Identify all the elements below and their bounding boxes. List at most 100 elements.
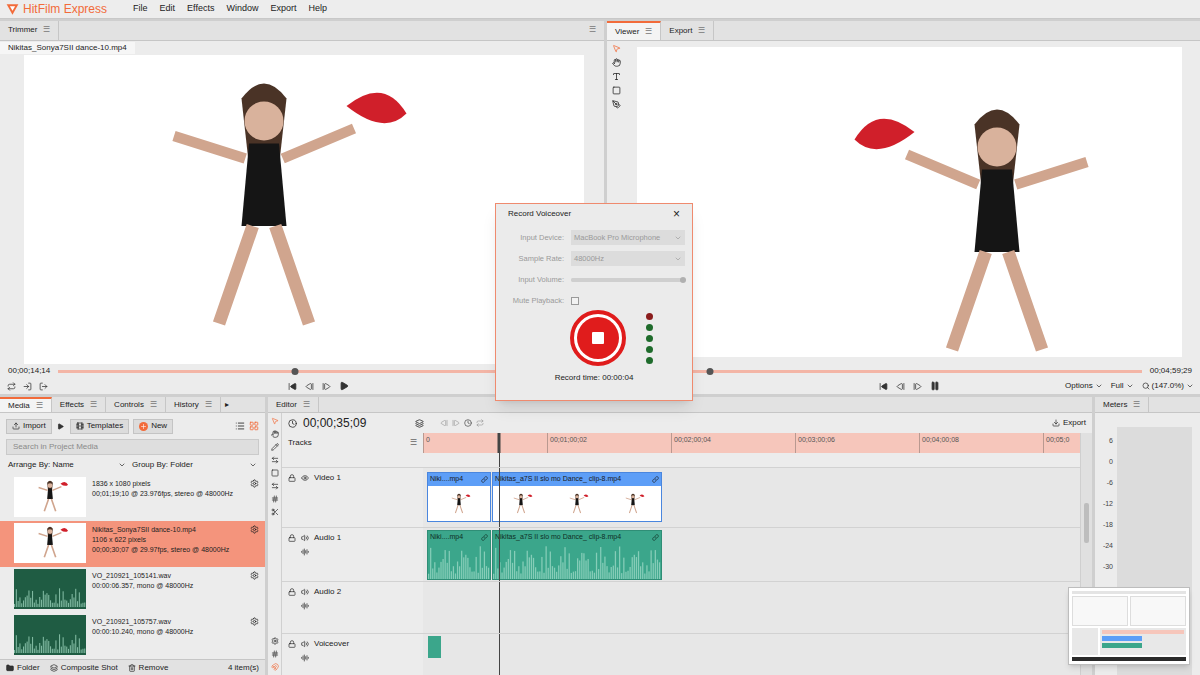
rectangle-tool-icon[interactable] <box>612 86 621 95</box>
track-lane[interactable] <box>423 634 1080 675</box>
roll-tool-icon[interactable] <box>271 469 279 477</box>
mark-in-button[interactable] <box>20 379 34 393</box>
magnet-icon[interactable] <box>271 663 279 671</box>
menu-item[interactable]: Help <box>308 2 327 16</box>
ripple-tool-icon[interactable] <box>271 482 279 490</box>
scrub-handle[interactable] <box>291 368 298 375</box>
options-dropdown[interactable]: Options <box>1065 380 1103 392</box>
close-button[interactable]: × <box>673 208 680 220</box>
trimmer-tab[interactable]: Trimmer☰ <box>0 21 59 40</box>
step-forward-icon[interactable] <box>452 419 460 427</box>
voiceover-clip[interactable] <box>428 636 441 658</box>
lock-icon[interactable] <box>288 640 296 648</box>
media-item[interactable]: VO_210921_105141.wav00:00:06.357, mono @… <box>0 567 265 613</box>
lock-icon[interactable] <box>288 534 296 542</box>
meters-tab[interactable]: Meters☰ <box>1095 397 1149 412</box>
viewer-tab[interactable]: Viewer☰ <box>607 21 661 40</box>
slice-tool-icon[interactable] <box>271 508 279 516</box>
lock-icon[interactable] <box>288 588 296 596</box>
media-tab[interactable]: Media☰ <box>0 397 52 412</box>
select-tool-icon[interactable] <box>612 44 621 53</box>
record-button[interactable] <box>570 310 626 366</box>
playhead-handle[interactable] <box>497 433 500 453</box>
media-tab[interactable]: History☰ <box>166 397 221 412</box>
viewer-tab[interactable]: Export☰ <box>661 21 714 40</box>
render-icon[interactable] <box>415 419 424 428</box>
video-clip[interactable]: Nikitas_a7S II slo mo Dance_ clip-8.mp4 <box>492 472 662 522</box>
hand-tool-icon[interactable] <box>612 58 621 67</box>
menu-item[interactable]: Effects <box>187 2 214 16</box>
audio-settings-icon[interactable] <box>301 602 309 610</box>
field-checkbox[interactable] <box>571 297 579 305</box>
pencil-tool-icon[interactable] <box>271 443 279 451</box>
field-slider[interactable] <box>571 278 685 282</box>
gear-icon[interactable] <box>250 479 259 488</box>
menu-item[interactable]: Edit <box>160 2 176 16</box>
field-select[interactable]: 48000Hz <box>571 251 685 266</box>
scrub-track[interactable] <box>615 370 1142 373</box>
speaker-icon[interactable] <box>301 588 309 596</box>
media-item[interactable]: VO_210921_105757.wav00:00:10.240, mono @… <box>0 613 265 659</box>
gear-icon[interactable] <box>271 637 279 645</box>
audio-settings-icon[interactable] <box>301 654 309 662</box>
gear-icon[interactable] <box>250 571 259 580</box>
video-clip[interactable]: Niki....mp4 <box>427 472 491 522</box>
quality-dropdown[interactable]: Full <box>1111 380 1134 392</box>
speaker-icon[interactable] <box>301 640 309 648</box>
menu-item[interactable]: Window <box>226 2 258 16</box>
text-tool-icon[interactable] <box>612 72 621 81</box>
step-back-button[interactable] <box>303 379 317 393</box>
remove-button[interactable]: Remove <box>128 662 169 674</box>
hand-tool-icon[interactable] <box>271 430 279 438</box>
editor-export-button[interactable]: Export <box>1052 417 1086 429</box>
import-menu-button[interactable] <box>56 419 66 434</box>
lock-icon[interactable] <box>288 474 296 482</box>
grid-view-icon[interactable] <box>249 421 259 431</box>
menu-item[interactable]: Export <box>270 2 296 16</box>
speaker-icon[interactable] <box>301 534 309 542</box>
step-back-button[interactable] <box>894 379 908 393</box>
media-tab[interactable]: Effects☰ <box>52 397 106 412</box>
more-tabs[interactable]: ▸ <box>225 399 229 411</box>
media-tab[interactable]: Controls☰ <box>106 397 166 412</box>
visibility-icon[interactable] <box>301 474 309 482</box>
scrub-handle[interactable] <box>706 368 713 375</box>
play-button[interactable] <box>337 379 351 393</box>
timeline-ruler[interactable]: 000;01;00;0200;02;00;0400;03;00;0600;04;… <box>423 433 1080 453</box>
loop-button[interactable] <box>4 379 18 393</box>
play-button[interactable] <box>928 379 942 393</box>
mark-out-button[interactable] <box>36 379 50 393</box>
group-dropdown[interactable]: Group By: Folder <box>132 459 257 471</box>
media-button[interactable]: New <box>133 419 173 434</box>
step-back-icon[interactable] <box>440 419 448 427</box>
marker-icon[interactable] <box>464 419 472 427</box>
audio-settings-icon[interactable] <box>301 548 309 556</box>
media-item[interactable]: Nikitas_Sonya7SII dance-10.mp41106 x 622… <box>0 521 265 567</box>
menu-item[interactable]: File <box>133 2 148 16</box>
to-start-button[interactable] <box>877 379 891 393</box>
media-item[interactable]: 1836 x 1080 pixels00;01;19;10 @ 23.976fp… <box>0 475 265 521</box>
field-select[interactable]: MacBook Pro Microphone <box>571 230 685 245</box>
media-search[interactable]: Search in Project Media <box>6 439 259 455</box>
to-start-button[interactable] <box>286 379 300 393</box>
snap-grid-icon[interactable] <box>271 650 279 658</box>
editor-tab[interactable]: Editor☰ <box>268 397 319 412</box>
loop-icon[interactable] <box>476 419 484 427</box>
select-tool-icon[interactable] <box>271 417 279 425</box>
panel-menu[interactable]: ☰ <box>589 24 596 36</box>
list-view-icon[interactable] <box>235 421 245 431</box>
arrange-dropdown[interactable]: Arrange By: Name <box>8 459 126 471</box>
gear-icon[interactable] <box>250 617 259 626</box>
slip-tool-icon[interactable] <box>271 456 279 464</box>
track-lane[interactable]: Niki....mp4Nikitas_a7S II slo mo Dance_ … <box>423 528 1080 581</box>
folder-button[interactable]: Folder <box>6 662 40 674</box>
media-button[interactable]: Templates <box>70 419 129 434</box>
track-lane[interactable]: Niki....mp4Nikitas_a7S II slo mo Dance_ … <box>423 468 1080 527</box>
audio-clip[interactable]: Nikitas_a7S II slo mo Dance_ clip-8.mp4 <box>492 530 662 580</box>
audio-clip[interactable]: Niki....mp4 <box>427 530 491 580</box>
composite-shot-button[interactable]: Composite Shot <box>50 662 118 674</box>
gear-icon[interactable] <box>250 525 259 534</box>
pen-tool-icon[interactable] <box>612 100 621 109</box>
step-forward-button[interactable] <box>911 379 925 393</box>
grid-tool-icon[interactable] <box>271 495 279 503</box>
